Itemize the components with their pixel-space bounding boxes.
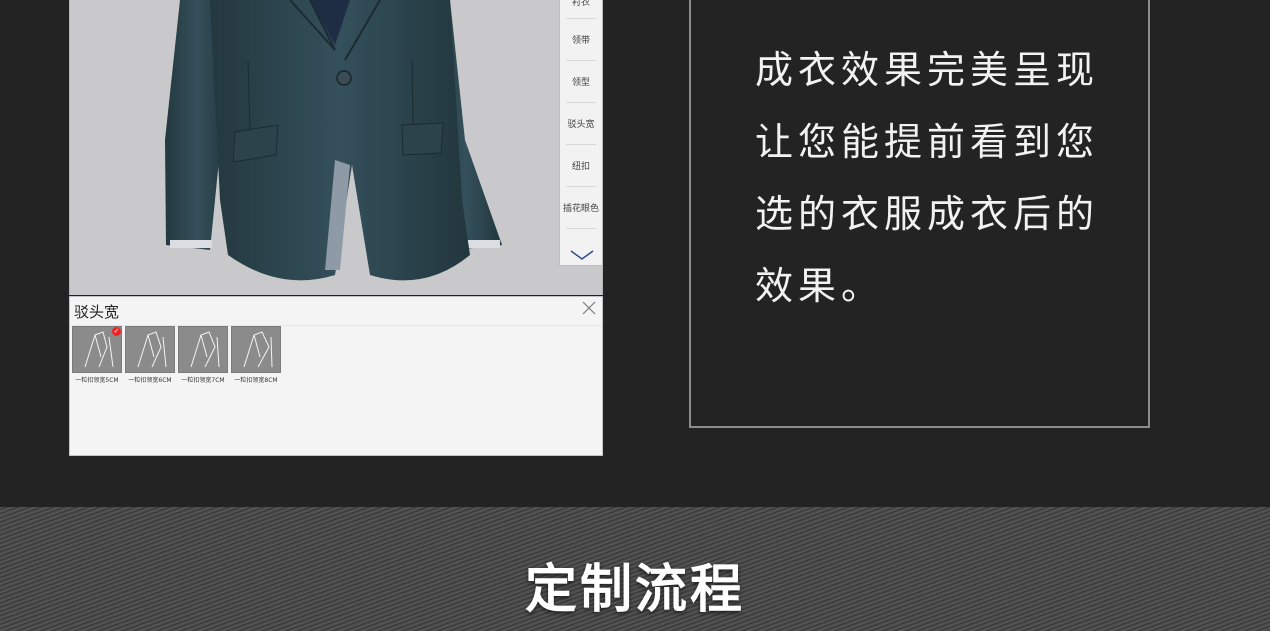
option-caption: 一粒扣领宽8CM [234, 377, 278, 384]
close-icon[interactable] [582, 301, 596, 315]
lapel-sketch-icon [243, 331, 273, 368]
side-menu-item-button[interactable]: 纽扣 [566, 145, 596, 187]
side-menu-item-tie[interactable]: 领带 [566, 19, 596, 61]
panel-title: 驳头宽 [74, 303, 120, 321]
lapel-option-7cm[interactable]: 一粒扣领宽7CM [178, 326, 228, 384]
lapel-thumbnail [125, 326, 175, 373]
feature-frame: 成衣效果完美呈现 让您能提前看到您 选的衣服成衣后的 效果。 [689, 0, 1150, 428]
lapel-thumbnail [178, 326, 228, 373]
side-menu-item-collar[interactable]: 领型 [566, 61, 596, 103]
scroll-down-button[interactable] [564, 247, 600, 263]
lapel-option-8cm[interactable]: 一粒扣领宽8CM [231, 326, 281, 384]
side-menu-item-buttonhole-color[interactable]: 插花眼色 [563, 187, 599, 229]
feature-line: 成衣效果完美呈现 [755, 48, 1100, 92]
lapel-sketch-icon [190, 331, 220, 368]
section-banner: 定制流程 [0, 507, 1270, 631]
feature-description: 成衣效果完美呈现 让您能提前看到您 选的衣服成衣后的 效果。 [755, 34, 1135, 322]
side-menu-item-shirt[interactable]: 衬衣 [566, 0, 596, 19]
feature-line: 让您能提前看到您 [755, 120, 1100, 164]
feature-line: 效果。 [755, 264, 885, 308]
lapel-width-panel: 驳头宽 ✓ 一粒扣领宽5CM 一粒扣领宽6CM 一粒扣领宽7CM 一粒扣领宽8C… [69, 296, 603, 456]
option-caption: 一粒扣领宽7CM [181, 377, 225, 384]
option-caption: 一粒扣领宽5CM [75, 377, 119, 384]
lapel-thumbnail [231, 326, 281, 373]
suit-preview [69, 0, 603, 295]
chevron-down-icon [570, 250, 594, 260]
lapel-option-5cm[interactable]: ✓ 一粒扣领宽5CM [72, 326, 122, 384]
feature-line: 选的衣服成衣后的 [755, 192, 1100, 236]
side-menu-item-lapel-width[interactable]: 驳头宽 [566, 103, 596, 145]
lapel-sketch-icon [137, 331, 167, 368]
suit-jacket-image [165, 0, 502, 281]
check-icon: ✓ [112, 327, 121, 336]
option-caption: 一粒扣领宽6CM [128, 377, 172, 384]
section-title: 定制流程 [524, 560, 745, 620]
lapel-thumbnail: ✓ [72, 326, 122, 373]
lapel-option-list: ✓ 一粒扣领宽5CM 一粒扣领宽6CM 一粒扣领宽7CM 一粒扣领宽8CM [72, 326, 281, 384]
option-side-menu: 衬衣 领带 领型 驳头宽 纽扣 插花眼色 [559, 0, 603, 266]
lapel-option-6cm[interactable]: 一粒扣领宽6CM [125, 326, 175, 384]
